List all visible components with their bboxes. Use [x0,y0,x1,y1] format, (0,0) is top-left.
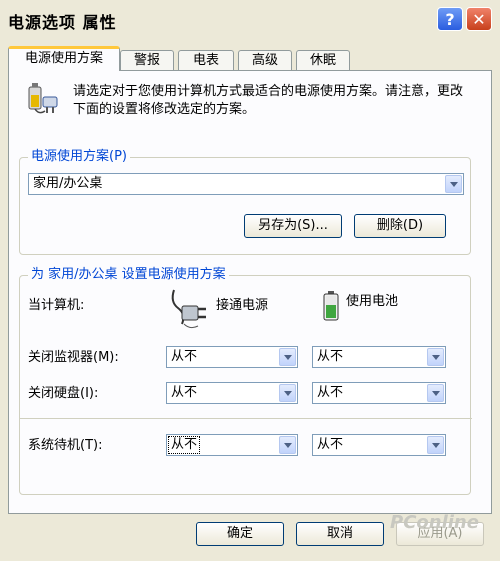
power-options-icon [28,83,58,114]
battery-icon [323,291,339,321]
hard-disk-off-plugged-value: 从不 [171,385,198,400]
tab-power-schemes[interactable]: 电源使用方案 [8,46,120,71]
chevron-down-icon[interactable] [427,384,444,402]
hard-disk-off-plugged-select[interactable]: 从不 [166,382,298,404]
monitor-off-plugged-value: 从不 [171,349,198,364]
help-button[interactable]: ? [437,7,463,31]
standby-battery-value: 从不 [317,437,344,452]
chevron-down-icon[interactable] [279,436,296,454]
hard-disk-off-label: 关闭硬盘(I): [28,386,99,401]
standby-battery-select[interactable]: 从不 [312,434,446,456]
watermark-text: PConline [390,512,479,533]
cancel-button[interactable]: 取消 [296,522,384,546]
monitor-off-plugged-select[interactable]: 从不 [166,346,298,368]
plugged-in-label: 接通电源 [216,298,269,313]
chevron-down-icon[interactable] [279,348,296,366]
standby-label: 系统待机(T): [28,438,103,453]
standby-plugged-value: 从不 [167,436,201,454]
settings-group: 为 家用/办公桌 设置电源使用方案 当计算机: 接通电源 使用电池 关闭监视器(… [19,267,472,495]
title-bar: 电源选项 属性 ? ✕ [0,0,500,36]
tab-panel: 请选定对于您使用计算机方式最适合的电源使用方案。请注意，更改下面的设置将修改选定… [8,70,492,514]
computer-label: 当计算机: [28,298,85,313]
power-plug-icon [171,289,206,329]
tab-alarms[interactable]: 警报 [120,50,174,70]
scheme-group: 电源使用方案(P) 家用/办公桌 另存为(S)... 删除(D) [19,149,471,255]
monitor-off-label: 关闭监视器(M): [28,350,119,365]
save-as-button[interactable]: 另存为(S)... [244,214,342,238]
chevron-down-icon[interactable] [279,384,296,402]
window-title: 电源选项 属性 [8,13,117,32]
chevron-down-icon[interactable] [445,175,462,193]
chevron-down-icon[interactable] [427,436,444,454]
divider [20,418,472,419]
intro-text: 请选定对于您使用计算机方式最适合的电源使用方案。请注意，更改下面的设置将修改选定… [73,84,464,117]
monitor-off-battery-value: 从不 [317,349,344,364]
tab-hibernate[interactable]: 休眠 [296,50,350,70]
hard-disk-off-battery-value: 从不 [317,385,344,400]
scheme-select[interactable]: 家用/办公桌 [28,173,464,195]
tab-strip: 电源使用方案 警报 电表 高级 休眠 [8,46,492,71]
standby-plugged-select[interactable]: 从不 [166,434,298,456]
delete-button[interactable]: 删除(D) [354,214,446,238]
chevron-down-icon[interactable] [427,348,444,366]
ok-button[interactable]: 确定 [196,522,284,546]
scheme-select-value: 家用/办公桌 [33,176,103,191]
hard-disk-off-battery-select[interactable]: 从不 [312,382,446,404]
monitor-off-battery-select[interactable]: 从不 [312,346,446,368]
settings-group-legend: 为 家用/办公桌 设置电源使用方案 [28,267,229,283]
scheme-group-legend: 电源使用方案(P) [28,149,130,165]
battery-label: 使用电池 [346,294,399,309]
tab-power-meter[interactable]: 电表 [178,50,234,70]
close-button[interactable]: ✕ [466,7,492,31]
tab-advanced[interactable]: 高级 [238,50,292,70]
